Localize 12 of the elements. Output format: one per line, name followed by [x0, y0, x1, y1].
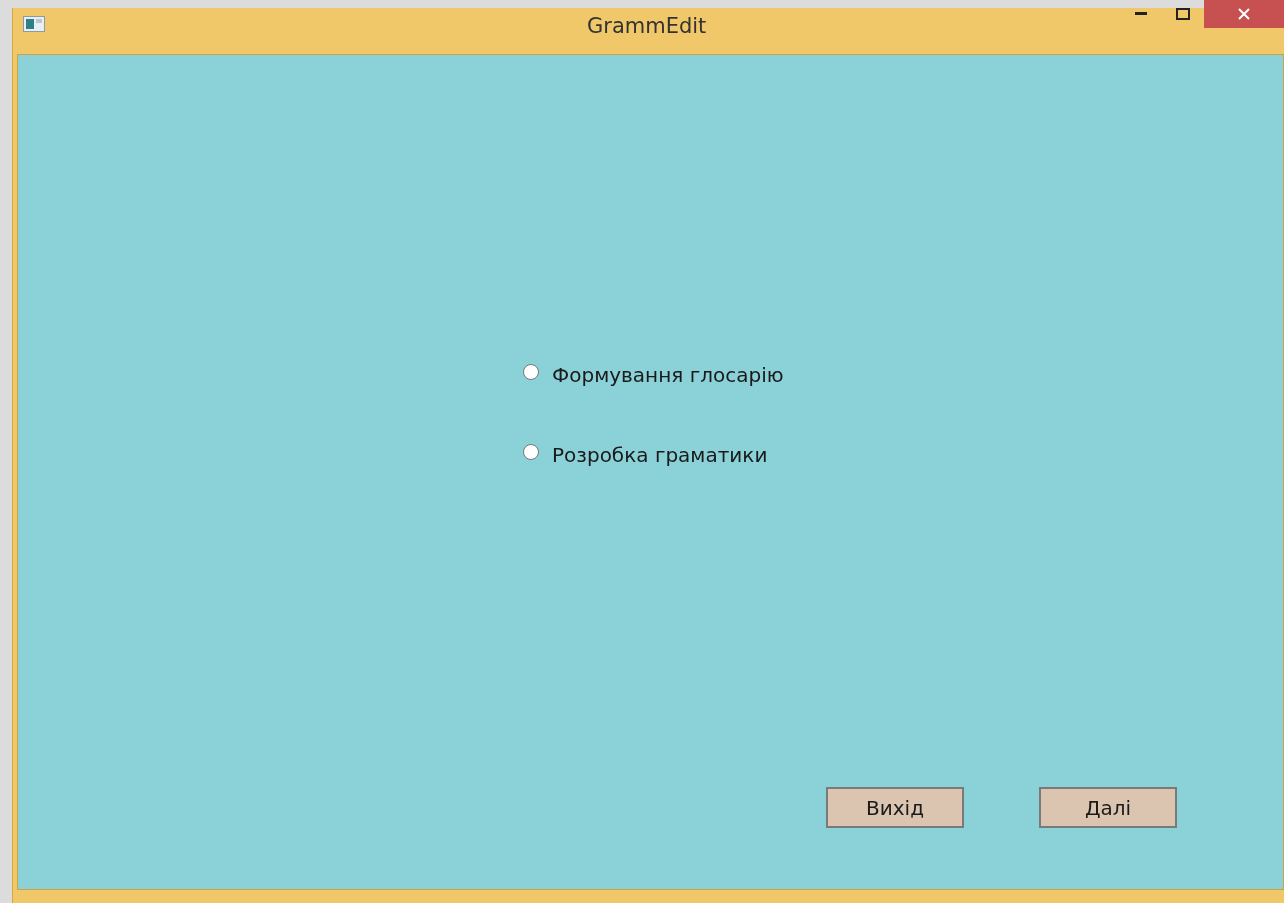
- dialog-button[interactable]: Далі: [1039, 787, 1177, 828]
- radio-button[interactable]: [523, 444, 539, 460]
- close-icon: [1238, 8, 1250, 20]
- radio-option[interactable]: Розробка граматики: [523, 443, 768, 467]
- close-button[interactable]: [1204, 0, 1284, 28]
- radio-option[interactable]: Формування глосарію: [523, 363, 784, 387]
- window-title: GrammEdit: [587, 14, 707, 38]
- maximize-icon: [1176, 8, 1190, 20]
- minimize-icon: [1135, 12, 1147, 16]
- radio-button[interactable]: [523, 364, 539, 380]
- dialog-button[interactable]: Вихід: [826, 787, 964, 828]
- app-icon: [23, 16, 45, 32]
